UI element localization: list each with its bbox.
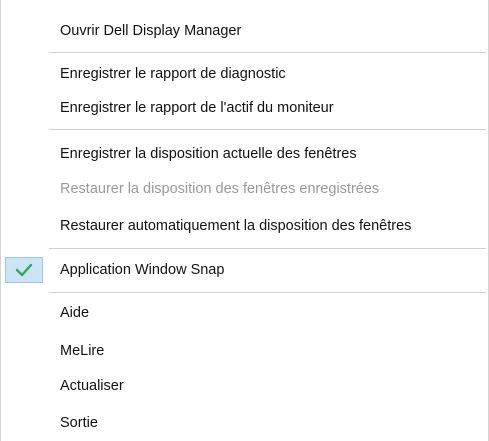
menu-item-label: Aide (60, 305, 90, 321)
menu-item-label: Sortie (60, 415, 98, 431)
menu-item-refresh[interactable]: Actualiser (1, 373, 488, 399)
menu-item-open-ddm[interactable]: Ouvrir Dell Display Manager (1, 18, 488, 44)
menu-item-application-window-snap[interactable]: Application Window Snap (1, 257, 488, 283)
menu-item-label: Enregistrer le rapport de l'actif du mon… (60, 100, 334, 116)
menu-item-save-diagnostic-report[interactable]: Enregistrer le rapport de diagnostic (1, 61, 488, 87)
menu-separator (49, 52, 486, 53)
menu-item-exit[interactable]: Sortie (1, 410, 488, 436)
menu-item-label: Enregistrer la disposition actuelle des … (60, 146, 357, 162)
menu-item-save-window-layout[interactable]: Enregistrer la disposition actuelle des … (1, 141, 488, 167)
menu-item-label: Restaurer automatiquement la disposition… (60, 218, 412, 234)
checkmark-icon (15, 263, 33, 277)
context-menu: Ouvrir Dell Display Manager Enregistrer … (0, 0, 489, 441)
menu-item-label: Actualiser (60, 378, 124, 394)
menu-separator (49, 292, 486, 293)
menu-separator (49, 129, 486, 130)
menu-item-readme[interactable]: MeLire (1, 338, 488, 364)
check-indicator (5, 257, 43, 283)
menu-item-label: Ouvrir Dell Display Manager (60, 23, 242, 39)
menu-item-save-asset-report[interactable]: Enregistrer le rapport de l'actif du mon… (1, 95, 488, 121)
menu-item-restore-saved-layout: Restaurer la disposition des fenêtres en… (1, 176, 488, 202)
menu-item-label: Enregistrer le rapport de diagnostic (60, 66, 286, 82)
menu-separator (49, 248, 486, 249)
menu-item-auto-restore-layout[interactable]: Restaurer automatiquement la disposition… (1, 213, 488, 239)
menu-item-label: MeLire (60, 343, 105, 359)
menu-item-label: Restaurer la disposition des fenêtres en… (60, 181, 380, 197)
menu-item-label: Application Window Snap (60, 262, 225, 278)
menu-item-help[interactable]: Aide (1, 300, 488, 326)
